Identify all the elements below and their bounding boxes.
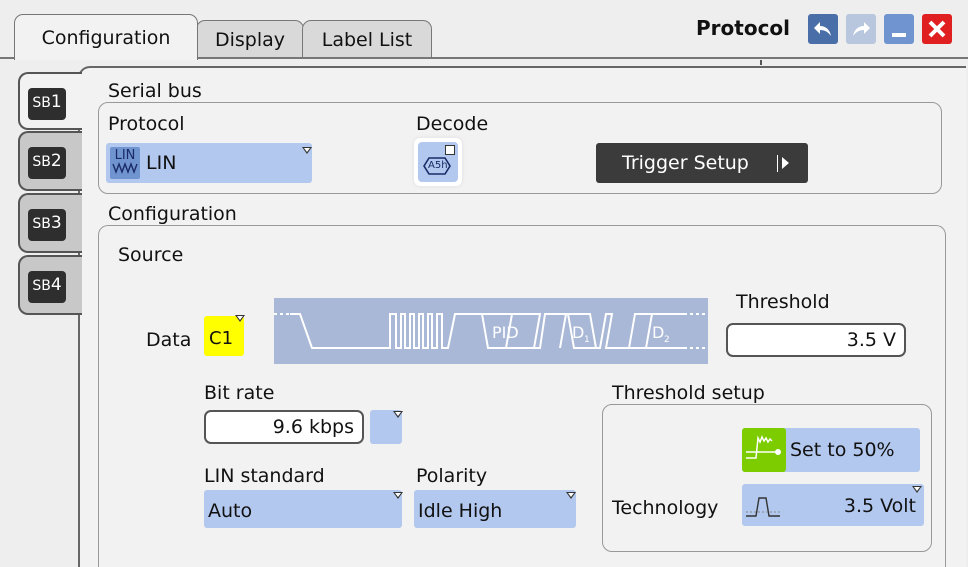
tab-configuration-label: Configuration bbox=[41, 26, 171, 49]
chevron-down-icon bbox=[302, 147, 312, 154]
side-tab-sb3[interactable]: SB 3 bbox=[18, 193, 82, 253]
dialog-title: Protocol bbox=[696, 16, 791, 40]
minimize-button[interactable] bbox=[884, 14, 914, 44]
arrow-right-icon bbox=[777, 155, 778, 172]
technology-value: 3.5 Volt bbox=[843, 495, 916, 517]
technology-label: Technology bbox=[612, 497, 719, 519]
threshold-setup-group bbox=[602, 404, 932, 552]
trigger-setup-label: Trigger Setup bbox=[622, 152, 749, 174]
close-button[interactable] bbox=[922, 14, 952, 44]
set-to-50-button[interactable]: Set to 50% bbox=[742, 428, 920, 472]
trigger-setup-button[interactable]: Trigger Setup bbox=[596, 143, 808, 183]
minimize-icon bbox=[892, 33, 906, 37]
undo-icon bbox=[814, 22, 831, 36]
data-channel-value: C1 bbox=[209, 328, 234, 349]
side-tab-sb1[interactable]: SB 1 bbox=[18, 72, 82, 130]
redo-button[interactable] bbox=[846, 14, 876, 44]
bit-rate-label: Bit rate bbox=[204, 382, 275, 404]
waveform-d2-label: D bbox=[652, 323, 664, 342]
protocol-select[interactable]: LIN LIN bbox=[106, 143, 312, 183]
technology-select[interactable]: 3.5 Volt bbox=[742, 484, 924, 526]
threshold-label: Threshold bbox=[736, 291, 830, 313]
data-channel-select[interactable]: C1 bbox=[204, 315, 245, 356]
protocol-value: LIN bbox=[146, 152, 177, 174]
divider-tick bbox=[760, 60, 762, 65]
lin-standard-value: Auto bbox=[208, 500, 253, 522]
tab-label-list-label: Label List bbox=[321, 28, 413, 51]
tab-display[interactable]: Display bbox=[196, 20, 304, 58]
tab-display-label: Display bbox=[214, 28, 286, 51]
configuration-heading: Configuration bbox=[108, 203, 237, 225]
close-icon bbox=[928, 20, 946, 38]
side-tab-sb2[interactable]: SB 2 bbox=[18, 131, 82, 191]
protocol-label: Protocol bbox=[108, 113, 185, 135]
set-50-percent-icon bbox=[742, 428, 786, 472]
side-tab-sb4-label: SB bbox=[32, 278, 51, 294]
bit-rate-preset-select[interactable] bbox=[370, 410, 403, 444]
side-tab-sb3-label: SB bbox=[32, 216, 51, 232]
pulse-icon bbox=[746, 497, 782, 517]
chevron-down-icon bbox=[235, 315, 245, 322]
waveform-d1-sub: 1 bbox=[584, 335, 590, 345]
set-to-50-label: Set to 50% bbox=[790, 439, 895, 461]
threshold-input[interactable]: 3.5 V bbox=[726, 323, 906, 357]
side-tab-sb2-label: SB bbox=[32, 154, 51, 170]
lin-standard-label: LIN standard bbox=[204, 465, 325, 487]
undo-button[interactable] bbox=[808, 14, 838, 44]
polarity-label: Polarity bbox=[416, 465, 488, 487]
chevron-down-icon bbox=[912, 486, 922, 493]
decode-toggle[interactable]: A5h bbox=[414, 138, 462, 186]
polarity-select[interactable]: Idle High bbox=[414, 490, 576, 528]
waveform-pid-label: PID bbox=[492, 323, 519, 342]
decode-label: Decode bbox=[416, 113, 489, 135]
data-label: Data bbox=[146, 329, 192, 351]
waveform-d1-label: D bbox=[572, 323, 584, 342]
polarity-value: Idle High bbox=[418, 500, 503, 522]
threshold-setup-heading: Threshold setup bbox=[612, 382, 765, 404]
waveform-d2-sub: 2 bbox=[664, 335, 670, 345]
side-tab-sb4[interactable]: SB 4 bbox=[18, 255, 82, 315]
redo-icon bbox=[853, 22, 870, 36]
tab-configuration[interactable]: Configuration bbox=[14, 14, 198, 60]
chevron-down-icon bbox=[393, 411, 403, 418]
source-label: Source bbox=[118, 244, 184, 266]
chevron-down-icon bbox=[393, 492, 403, 499]
side-tab-sb1-label: SB bbox=[32, 95, 51, 111]
checkbox-icon bbox=[445, 145, 455, 155]
lin-waveform-diagram: PID D 1 D 2 bbox=[274, 298, 708, 364]
bit-rate-input[interactable]: 9.6 kbps bbox=[204, 410, 364, 444]
lin-protocol-icon: LIN bbox=[110, 147, 140, 179]
chevron-down-icon bbox=[566, 492, 576, 499]
lin-standard-select[interactable]: Auto bbox=[204, 490, 403, 528]
tab-label-list[interactable]: Label List bbox=[302, 20, 432, 58]
serial-bus-heading: Serial bus bbox=[108, 80, 202, 102]
